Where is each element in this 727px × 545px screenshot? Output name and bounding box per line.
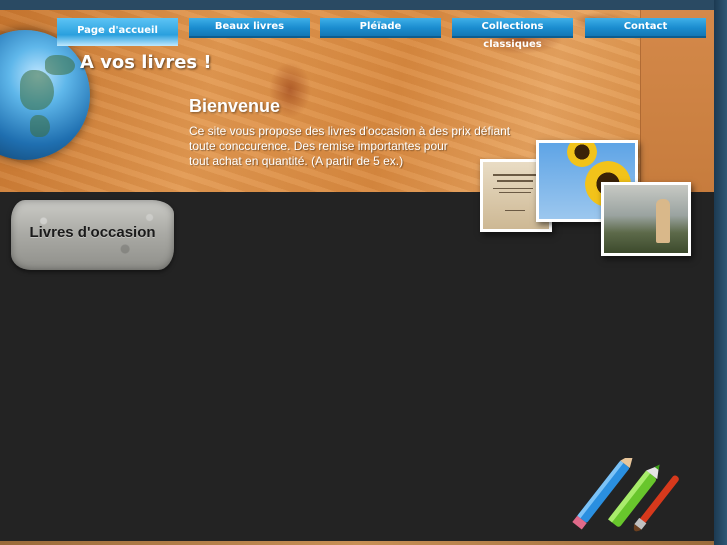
welcome-heading: Bienvenue	[189, 96, 281, 116]
welcome-line: tout achat en quantité. (A partir de 5 e…	[189, 154, 404, 168]
site-title: A vos livres !	[80, 52, 212, 73]
welcome-line: toute conccurence. Des remise importante…	[189, 139, 448, 153]
page: Page d'accueil Beaux livres Pléïade Coll…	[0, 10, 714, 545]
stone-badge-label: Livres d'occasion	[29, 224, 156, 241]
nav-collections-classiques[interactable]: Collections classiques	[452, 18, 573, 50]
globe-icon	[0, 30, 90, 160]
pencils-icon	[572, 458, 679, 532]
welcome-line: Ce site vous propose des livres d'occasi…	[189, 124, 511, 138]
nav-home[interactable]: Page d'accueil	[57, 18, 178, 46]
nav-pleiade[interactable]: Pléïade	[320, 18, 441, 38]
main-navigation: Page d'accueil Beaux livres Pléïade Coll…	[0, 18, 714, 50]
stone-badge: Livres d'occasion	[11, 200, 174, 270]
nav-contact[interactable]: Contact	[585, 18, 706, 38]
nav-beaux-livres[interactable]: Beaux livres	[189, 18, 310, 38]
landscape-photo	[601, 182, 691, 256]
window-edge	[714, 0, 727, 545]
welcome-text: Ce site vous propose des livres d'occasi…	[189, 124, 519, 169]
bottom-wood-strip	[0, 541, 714, 545]
